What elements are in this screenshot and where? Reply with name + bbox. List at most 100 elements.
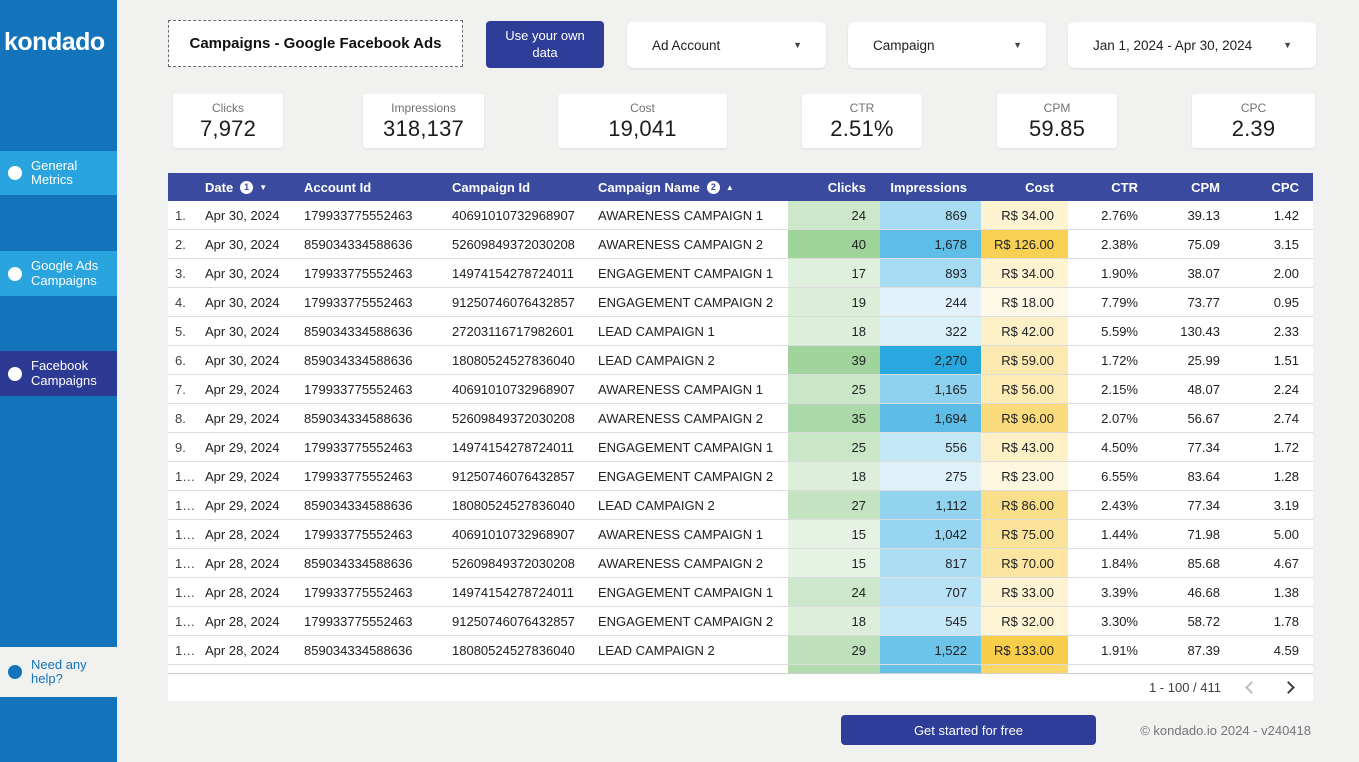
account-id-cell: 179933775552463 (300, 578, 448, 606)
report-title: Campaigns - Google Facebook Ads (168, 20, 463, 67)
ctr-column-header[interactable]: CTR (1068, 180, 1152, 195)
date-cell: Apr 29, 2024 (196, 375, 300, 403)
cpm-cell: 75.09 (1152, 230, 1234, 258)
campaign-id-cell: 27203116717982601 (448, 317, 594, 345)
campaign-name-cell: ENGAGEMENT CAMPAIGN 1 (594, 578, 788, 606)
campaign-name-column-header[interactable]: Campaign Name 2 ▲ (594, 180, 788, 195)
sort-order-badge: 2 (707, 181, 720, 194)
table-row: 1…Apr 28, 202417993377555246314974154278… (168, 578, 1313, 607)
clicks-cell: 27 (788, 491, 880, 519)
table-row: 1…Apr 29, 202417993377555246391250746076… (168, 462, 1313, 491)
campaign-id-cell: 14974154278724011 (448, 433, 594, 461)
table-body: 1.Apr 30, 202417993377555246340691010732… (168, 201, 1313, 665)
cpm-column-header[interactable]: CPM (1152, 180, 1234, 195)
clicks-cell: 39 (788, 346, 880, 374)
get-started-button[interactable]: Get started for free (841, 715, 1096, 745)
table-pagination: 1 - 100 / 411 (168, 673, 1313, 701)
sidebar-item-general-metrics[interactable]: General Metrics (0, 151, 117, 195)
ctr-cell: 1.72% (1068, 346, 1152, 374)
impressions-cell: 244 (880, 288, 981, 316)
table-row: 8.Apr 29, 202485903433458863652609849372… (168, 404, 1313, 433)
campaign-id-column-header[interactable]: Campaign Id (448, 180, 594, 195)
clicks-cell: 40 (788, 230, 880, 258)
sidebar-item-label: General Metrics (31, 159, 117, 187)
cost-cell: R$ 56.00 (981, 375, 1068, 403)
date-cell: Apr 28, 2024 (196, 636, 300, 664)
date-cell: Apr 28, 2024 (196, 578, 300, 606)
table-row: 5.Apr 30, 202485903433458863627203116717… (168, 317, 1313, 346)
scorecard-label: CPM (1044, 101, 1071, 115)
clicks-cell: 24 (788, 578, 880, 606)
campaign-filter[interactable]: Campaign ▼ (848, 22, 1046, 68)
account-id-cell: 179933775552463 (300, 607, 448, 635)
cpm-cell: 87.39 (1152, 636, 1234, 664)
campaign-name-cell: ENGAGEMENT CAMPAIGN 2 (594, 462, 788, 490)
impressions-cell: 1,112 (880, 491, 981, 519)
table-row: 1.Apr 30, 202417993377555246340691010732… (168, 201, 1313, 230)
account-id-cell: 179933775552463 (300, 375, 448, 403)
scorecard-label: Cost (630, 101, 655, 115)
cpm-cell: 71.98 (1152, 520, 1234, 548)
previous-page-icon[interactable] (1245, 681, 1258, 694)
next-page-icon[interactable] (1282, 681, 1295, 694)
cpc-cell: 2.00 (1234, 259, 1313, 287)
use-your-own-data-button[interactable]: Use your own data (486, 21, 604, 68)
sidebar-item-label: Need any help? (31, 658, 117, 686)
radio-bullet-icon (8, 367, 22, 381)
date-cell: Apr 30, 2024 (196, 259, 300, 287)
cpm-cell: 73.77 (1152, 288, 1234, 316)
campaign-name-cell: LEAD CAMPAIGN 2 (594, 636, 788, 664)
sidebar-item-need-help[interactable]: Need any help? (0, 647, 117, 697)
impressions-cell: 1,042 (880, 520, 981, 548)
sidebar-item-google-ads-campaigns[interactable]: Google Ads Campaigns (0, 251, 117, 296)
date-cell: Apr 29, 2024 (196, 404, 300, 432)
ctr-cell: 2.38% (1068, 230, 1152, 258)
date-cell: Apr 29, 2024 (196, 491, 300, 519)
cpm-cell: 38.07 (1152, 259, 1234, 287)
cpc-column-header[interactable]: CPC (1234, 180, 1313, 195)
cpc-cell: 1.78 (1234, 607, 1313, 635)
cost-cell: R$ 70.00 (981, 549, 1068, 577)
scorecard-value: 59.85 (1029, 116, 1085, 142)
date-range-filter[interactable]: Jan 1, 2024 - Apr 30, 2024 ▼ (1068, 22, 1316, 68)
date-cell: Apr 30, 2024 (196, 230, 300, 258)
impressions-cell: 1,165 (880, 375, 981, 403)
cost-cell: R$ 86.00 (981, 491, 1068, 519)
clicks-column-header[interactable]: Clicks (788, 180, 880, 195)
campaign-name-cell: AWARENESS CAMPAIGN 2 (594, 549, 788, 577)
table-row: 1…Apr 29, 202485903433458863618080524527… (168, 491, 1313, 520)
date-cell: Apr 30, 2024 (196, 317, 300, 345)
chevron-down-icon: ▼ (1013, 40, 1022, 50)
cost-column-header[interactable]: Cost (981, 180, 1068, 195)
campaign-name-cell: AWARENESS CAMPAIGN 2 (594, 404, 788, 432)
cost-cell: R$ 133.00 (981, 636, 1068, 664)
campaign-id-cell: 14974154278724011 (448, 259, 594, 287)
cpm-cell: 56.67 (1152, 404, 1234, 432)
campaign-id-cell: 91250746076432857 (448, 288, 594, 316)
sidebar-item-facebook-campaigns[interactable]: Facebook Campaigns (0, 351, 117, 396)
scorecard-label: CPC (1241, 101, 1266, 115)
impressions-cell: 707 (880, 578, 981, 606)
ctr-cell: 1.90% (1068, 259, 1152, 287)
impressions-cell: 545 (880, 607, 981, 635)
scorecard-label: Impressions (391, 101, 456, 115)
date-column-header[interactable]: Date 1 ▼ (196, 180, 300, 195)
row-number-cell: 9. (168, 433, 196, 461)
cpm-cell: 77.34 (1152, 491, 1234, 519)
impressions-column-header[interactable]: Impressions (880, 180, 981, 195)
sort-order-badge: 1 (240, 181, 253, 194)
campaign-name-cell: AWARENESS CAMPAIGN 1 (594, 520, 788, 548)
campaign-name-cell: LEAD CAMPAIGN 2 (594, 346, 788, 374)
scorecard-value: 2.39 (1232, 116, 1276, 142)
clicks-cell: 25 (788, 433, 880, 461)
radio-bullet-icon (8, 267, 22, 281)
campaign-id-cell: 52609849372030208 (448, 230, 594, 258)
ctr-cell: 5.59% (1068, 317, 1152, 345)
scorecard-cpc: CPC 2.39 (1192, 94, 1315, 148)
ctr-cell: 7.79% (1068, 288, 1152, 316)
row-number-cell: 1… (168, 462, 196, 490)
ad-account-filter[interactable]: Ad Account ▼ (627, 22, 826, 68)
row-number-cell: 2. (168, 230, 196, 258)
campaign-name-cell: AWARENESS CAMPAIGN 2 (594, 230, 788, 258)
account-id-column-header[interactable]: Account Id (300, 180, 448, 195)
